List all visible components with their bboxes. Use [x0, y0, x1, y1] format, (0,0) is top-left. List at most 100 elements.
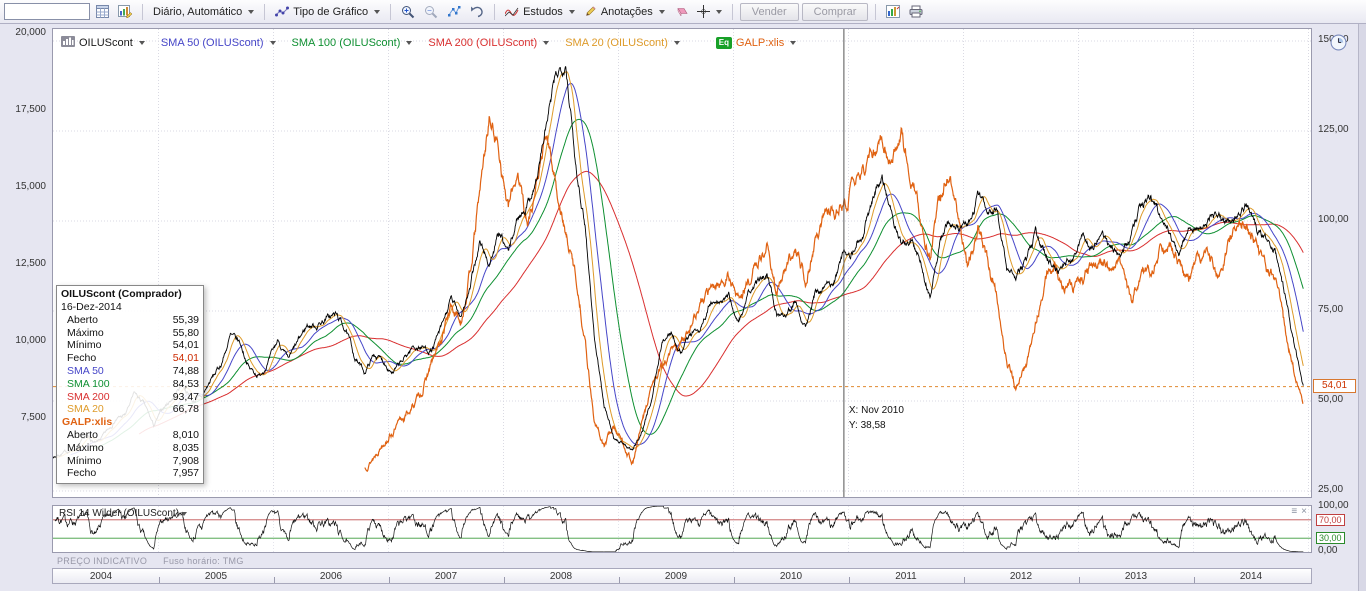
time-axis[interactable]: 2004200520062007200820092010201120122013…: [52, 568, 1312, 584]
legend-label: SMA 20 (OILUScont): [565, 37, 668, 49]
data-window-row-label: Mínimo: [67, 455, 101, 468]
rsi-panel-menu-icon[interactable]: ≡: [1291, 506, 1297, 517]
legend-label: SMA 200 (OILUScont): [428, 37, 537, 49]
equity-badge-icon: Eq: [716, 37, 732, 49]
buy-button[interactable]: Comprar: [802, 3, 869, 21]
legend-item-galp-xlis[interactable]: EqGALP:xlis: [716, 37, 796, 49]
studies-icon: [505, 6, 519, 18]
left-axis-label: 20,000: [15, 28, 46, 38]
symbol-input[interactable]: [4, 3, 90, 20]
annotations-dropdown[interactable]: Anotações: [581, 3, 668, 20]
data-window-row-value: 54,01: [173, 352, 199, 365]
data-window-row: SMA 20093,47: [61, 391, 199, 404]
chevron-down-icon: [248, 10, 254, 14]
undo-button[interactable]: [467, 3, 487, 20]
data-window-row: SMA 10084,53: [61, 378, 199, 391]
chart-type-dropdown[interactable]: Tipo de Gráfico: [272, 4, 383, 20]
right-scroll-strip[interactable]: [1358, 24, 1366, 591]
legend-label: SMA 100 (OILUScont): [292, 37, 401, 49]
data-window-row: Fecho7,957: [61, 467, 199, 480]
chart-settings-button[interactable]: [115, 3, 135, 20]
data-window-row-label: SMA 100: [67, 378, 110, 391]
studies-dropdown[interactable]: Estudos: [502, 4, 578, 20]
chevron-down-icon: [659, 10, 665, 14]
print-button[interactable]: [906, 3, 926, 20]
x-axis-year-label: 2004: [81, 571, 121, 582]
zoom-in-button[interactable]: [398, 3, 418, 21]
symbol-lookup-button[interactable]: [93, 3, 112, 20]
magnifier-minus-icon: [424, 5, 438, 19]
legend-item-sma-50-oiluscont-[interactable]: SMA 50 (OILUScont): [161, 37, 276, 49]
sell-button[interactable]: Vender: [740, 3, 799, 21]
x-axis-year-label: 2010: [771, 571, 811, 582]
toolbar-separator: [264, 4, 265, 20]
legend-item-sma-20-oiluscont-[interactable]: SMA 20 (OILUScont): [565, 37, 680, 49]
legend-item-oiluscont[interactable]: OILUScont: [61, 36, 145, 50]
main-toolbar: Diário, Automático Tipo de Gráfico Estud…: [0, 0, 1366, 24]
x-axis-year-label: 2009: [656, 571, 696, 582]
zoom-out-button[interactable]: [421, 3, 441, 21]
legend-item-sma-200-oiluscont-[interactable]: SMA 200 (OILUScont): [428, 37, 549, 49]
legend-item-sma-100-oiluscont-[interactable]: SMA 100 (OILUScont): [292, 37, 413, 49]
status-timezone-label: Fuso horário: TMG: [163, 556, 243, 566]
rsi-chart-canvas[interactable]: [53, 506, 1311, 552]
crosshair-tool-dropdown[interactable]: [694, 3, 725, 20]
data-window-row-label: GALP:xlis: [62, 416, 112, 429]
chevron-down-icon: [543, 41, 549, 45]
linked-charts-button[interactable]: [444, 3, 464, 20]
data-window-row-value: 54,01: [173, 339, 199, 352]
interval-dropdown[interactable]: Diário, Automático: [150, 4, 257, 20]
magnifier-plus-icon: [401, 5, 415, 19]
left-axis-label: 15,000: [15, 182, 46, 192]
data-window[interactable]: OILUScont (Comprador) 16-Dez-2014 Aberto…: [56, 285, 204, 484]
data-window-row: Aberto 8,010: [61, 429, 199, 442]
charting-application: Diário, Automático Tipo de Gráfico Estud…: [0, 0, 1366, 591]
data-window-rows: Aberto55,39Máximo55,80Mínimo54,01Fecho54…: [61, 314, 199, 480]
x-axis-year-label: 2008: [541, 571, 581, 582]
data-window-row-value: 7,908: [173, 455, 199, 468]
left-price-axis[interactable]: 20,00017,50015,00012,50010,0007,500: [0, 28, 50, 498]
left-axis-label: 17,500: [15, 105, 46, 115]
rsi-indicator-dropdown[interactable]: RSI 14 Wilder (OILUScont): [59, 508, 187, 519]
data-window-row-value: 8,010: [173, 429, 199, 442]
rsi-panel: RSI 14 Wilder (OILUScont) ≡ ×: [52, 505, 1312, 553]
chevron-down-icon: [374, 10, 380, 14]
rsi-level-label: 70,00: [1316, 514, 1345, 526]
crosshair-icon: [697, 5, 710, 18]
data-window-row: Máximo8,035: [61, 442, 199, 455]
rsi-level-label: 30,00: [1316, 532, 1345, 544]
x-axis-year-label: 2012: [1001, 571, 1041, 582]
chevron-down-icon: [716, 10, 722, 14]
panel-splitter[interactable]: [52, 499, 1312, 504]
data-window-row: Fecho54,01: [61, 352, 199, 365]
main-chart-canvas[interactable]: [53, 29, 1311, 497]
x-axis-year-label: 2007: [426, 571, 466, 582]
eraser-button[interactable]: [671, 4, 691, 20]
chart-edit-icon: [118, 5, 132, 18]
x-axis-tick: [504, 577, 505, 583]
galp-series-path: [365, 116, 1304, 471]
data-window-row: Máximo55,80: [61, 327, 199, 340]
chevron-down-icon: [270, 41, 276, 45]
data-window-row-label: SMA 20: [67, 403, 104, 416]
right-axis-label: 75,00: [1318, 305, 1343, 315]
sma-100-path: [94, 119, 1304, 448]
data-window-title: OILUScont (Comprador): [61, 288, 199, 301]
toolbar-separator: [875, 4, 876, 20]
right-price-axis[interactable]: 150,00125,00100,0075,0050,0025,00: [1315, 28, 1359, 498]
last-price-tag: 54,01: [1313, 379, 1356, 393]
legend-label: SMA 50 (OILUScont): [161, 37, 264, 49]
report-button[interactable]: [883, 3, 903, 20]
session-clock-icon[interactable]: [1330, 34, 1347, 56]
report-chart-icon: [886, 5, 900, 18]
rsi-panel-close-icon[interactable]: ×: [1301, 506, 1307, 517]
left-axis-label: 10,000: [15, 336, 46, 346]
chart-type-icon: [275, 6, 289, 18]
data-window-row: GALP:xlis: [61, 416, 199, 429]
data-window-row-value: 55,80: [173, 327, 199, 340]
chevron-down-icon: [406, 41, 412, 45]
data-window-row-label: Aberto: [67, 429, 98, 442]
left-axis-label: 7,500: [21, 413, 46, 423]
x-axis-year-label: 2013: [1116, 571, 1156, 582]
studies-label: Estudos: [523, 6, 563, 18]
